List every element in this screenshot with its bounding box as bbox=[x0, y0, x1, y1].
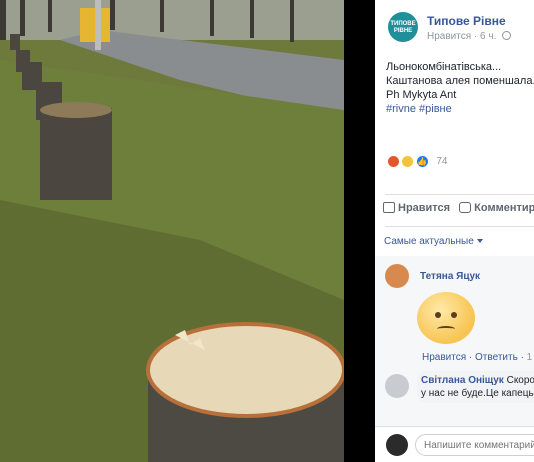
avatar bbox=[386, 434, 408, 456]
comment-reply-link[interactable]: Ответить bbox=[475, 352, 518, 363]
like-button-label: Нравится bbox=[398, 202, 451, 214]
comment-input[interactable] bbox=[415, 434, 534, 456]
sticker-eye bbox=[451, 312, 457, 318]
sort-label: Самые актуальные bbox=[384, 236, 474, 247]
sad-face-sticker bbox=[417, 292, 475, 344]
avatar[interactable] bbox=[385, 374, 409, 398]
like-button[interactable]: Нравится bbox=[383, 202, 450, 214]
post-text: Льонокомбінатівська... Каштанова алея по… bbox=[386, 60, 534, 116]
comment-text-line-2: у нас не буде.Це капець bbox=[421, 388, 534, 399]
post-actions: Нравится Комментировать bbox=[383, 202, 534, 218]
globe-icon bbox=[502, 31, 512, 40]
sticker-eye bbox=[435, 312, 441, 318]
post-text-line-2: Каштанова алея поменшала... bbox=[386, 75, 534, 87]
sticker-mouth bbox=[437, 326, 455, 332]
viewer-gap bbox=[344, 0, 375, 462]
reactions-summary[interactable]: 👍 74 bbox=[387, 153, 448, 169]
page-avatar[interactable]: ТИПОВЕ РІВНЕ bbox=[388, 12, 418, 42]
comment-button[interactable]: Комментировать bbox=[459, 202, 534, 214]
comments-list: Тетяна Яцук Нравится · Ответить · 1 ч Св… bbox=[375, 256, 534, 426]
avatar[interactable] bbox=[385, 264, 409, 288]
divider bbox=[385, 194, 534, 195]
sad-reaction-icon bbox=[401, 155, 415, 169]
comment-icon bbox=[459, 202, 472, 213]
comment-text: Скоро bbox=[506, 375, 534, 386]
post-photo[interactable] bbox=[0, 0, 344, 462]
comment-sort-dropdown[interactable]: Самые актуальные bbox=[384, 236, 483, 247]
post-text-line-1: Льонокомбінатівська... bbox=[386, 61, 502, 73]
post-header: ТИПОВЕ РІВНЕ Типове Рівне Нравится · 6 ч… bbox=[388, 12, 534, 46]
comment-time[interactable]: 1 ч bbox=[527, 352, 534, 363]
comment-author[interactable]: Тетяна Яцук bbox=[420, 271, 480, 282]
comment-bubble: Світлана Оніщук Скоро у нас не буде.Це к… bbox=[417, 371, 534, 403]
page-name-link[interactable]: Типове Рівне bbox=[427, 14, 506, 28]
divider bbox=[385, 226, 534, 227]
comment-actions: Нравится · Ответить · 1 ч bbox=[422, 352, 534, 363]
like-reaction-icon: 👍 bbox=[415, 155, 429, 169]
comment-like-link[interactable]: Нравится bbox=[422, 352, 466, 363]
thumbs-up-icon bbox=[383, 202, 395, 213]
meta-like-link[interactable]: Нравится bbox=[427, 31, 471, 42]
photo-credit: Ph Mykyta Ant bbox=[386, 89, 457, 101]
post-meta: Нравится · 6 ч. bbox=[427, 31, 512, 42]
reaction-count: 74 bbox=[436, 156, 448, 168]
angry-reaction-icon bbox=[387, 155, 400, 169]
tree-stumps-image bbox=[0, 0, 344, 462]
post-time[interactable]: 6 ч. bbox=[480, 31, 496, 42]
caret-down-icon bbox=[476, 239, 483, 243]
comment-composer bbox=[375, 426, 534, 462]
comment-author[interactable]: Світлана Оніщук bbox=[421, 375, 504, 386]
post-side-panel: ТИПОВЕ РІВНЕ Типове Рівне Нравится · 6 ч… bbox=[375, 0, 534, 462]
comment-button-label: Комментировать bbox=[474, 202, 534, 214]
hashtag-links[interactable]: #rivne #рівне bbox=[386, 102, 534, 116]
photo-viewer: ТИПОВЕ РІВНЕ Типове Рівне Нравится · 6 ч… bbox=[0, 0, 534, 462]
